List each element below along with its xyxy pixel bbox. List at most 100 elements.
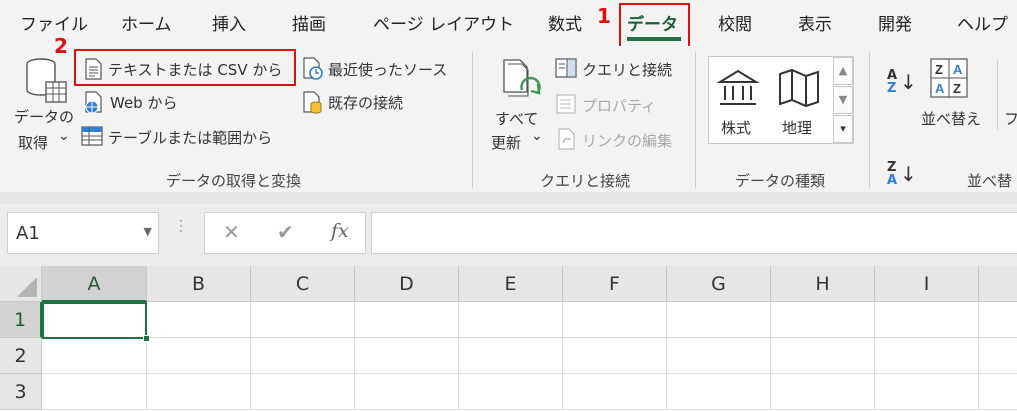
recent-sources-button[interactable]: 最近使ったソース [328,59,447,80]
column-header-c[interactable]: C [251,266,355,302]
tab-developer[interactable]: 開発 [878,10,912,35]
chevron-down-icon[interactable]: ▼ [144,225,152,238]
cell-f3[interactable] [563,374,667,410]
formula-input[interactable] [371,212,1017,254]
gallery-scroll-down-icon[interactable]: ▼ [833,86,853,114]
formula-bar-resize-handle[interactable]: ⋯ [172,218,191,233]
column-header-h[interactable]: H [771,266,875,302]
column-header-f[interactable]: F [563,266,667,302]
tab-insert[interactable]: 挿入 [212,10,246,35]
svg-text:Z: Z [935,62,943,77]
chevron-down-icon[interactable]: ⌄ [531,128,543,144]
refresh-all-button-line2[interactable]: 更新 [491,132,521,153]
cell-i2[interactable] [875,338,979,374]
cell-d3[interactable] [355,374,459,410]
group-separator [997,60,998,130]
chevron-down-icon[interactable]: ⌄ [58,128,70,144]
cell-d1[interactable] [355,302,459,338]
gallery-scroll-up-icon[interactable]: ▲ [833,57,853,85]
cell-i1[interactable] [875,302,979,338]
get-data-button[interactable]: データの [14,106,74,127]
refresh-all-button[interactable]: すべて [495,108,538,129]
svg-text:A: A [953,62,963,77]
name-box-value: A1 [16,223,40,244]
cell-c1[interactable] [251,302,355,338]
cell-b2[interactable] [147,338,251,374]
queries-connections-button[interactable]: クエリと接続 [582,59,672,80]
cell-a2[interactable] [42,338,147,374]
cell-h1[interactable] [771,302,875,338]
sort-descending-icon[interactable]: Z A ↓ [885,160,917,190]
ribbon-shadow [0,192,1017,204]
select-all-button[interactable] [0,266,42,302]
bank-building-icon [717,69,759,105]
properties-button[interactable]: プロパティ [582,95,656,116]
row-header-3[interactable]: 3 [0,374,42,410]
cell-partial1[interactable] [979,302,1017,338]
cell-a3[interactable] [42,374,147,410]
active-cell-a1[interactable] [42,302,147,339]
cell-b3[interactable] [147,374,251,410]
tab-home[interactable]: ホーム [121,10,172,35]
cell-f2[interactable] [563,338,667,374]
column-header-g[interactable]: G [667,266,771,302]
group-separator [472,52,473,188]
tab-file[interactable]: ファイル [20,10,88,35]
cell-g1[interactable] [667,302,771,338]
tab-view[interactable]: 表示 [798,10,832,35]
cell-g2[interactable] [667,338,771,374]
tab-review[interactable]: 校閲 [718,10,752,35]
from-web-button[interactable]: Web から [110,92,177,113]
from-table-range-button[interactable]: テーブルまたは範囲から [108,127,272,148]
get-data-button-line2[interactable]: 取得 [18,132,48,153]
gallery-more-icon[interactable]: ▾ [833,115,853,143]
group-separator [695,52,696,188]
cell-partial3[interactable] [979,374,1017,410]
cancel-icon[interactable]: ✕ [223,220,240,244]
tab-help[interactable]: ヘルプ [957,10,1008,35]
highlight-box-data-tab [619,3,690,49]
sort-ascending-icon[interactable]: A Z ↓ [885,68,917,98]
cell-d2[interactable] [355,338,459,374]
svg-text:A: A [935,81,945,96]
edit-links-button[interactable]: リンクの編集 [582,130,672,151]
column-header-b[interactable]: B [147,266,251,302]
column-header-partial[interactable] [979,266,1017,302]
cell-partial2[interactable] [979,338,1017,374]
tab-formulas[interactable]: 数式 [548,10,582,35]
enter-check-icon[interactable]: ✔ [277,220,294,244]
column-header-d[interactable]: D [355,266,459,302]
database-icon [26,58,67,103]
tab-page-layout[interactable]: ページ レイアウト [373,10,514,35]
cell-e1[interactable] [459,302,563,338]
sort-button[interactable]: 並べ替え [921,108,981,129]
group-label-data-types: データの種類 [735,172,826,190]
filter-button-partial[interactable]: フ [1004,108,1017,129]
geography-data-type-button[interactable]: 地理 [782,117,812,138]
row-header-2[interactable]: 2 [0,338,42,374]
fill-handle[interactable] [143,335,150,342]
cell-g3[interactable] [667,374,771,410]
cell-i3[interactable] [875,374,979,410]
existing-connections-button[interactable]: 既存の接続 [328,92,403,113]
cell-c2[interactable] [251,338,355,374]
cell-h2[interactable] [771,338,875,374]
group-label-get-transform: データの取得と変換 [166,172,302,190]
cell-c3[interactable] [251,374,355,410]
name-box[interactable]: A1 ▼ [7,212,159,254]
cell-e3[interactable] [459,374,563,410]
row-header-1[interactable]: 1 [0,302,42,338]
stocks-data-type-button[interactable]: 株式 [721,117,751,138]
formula-buttons: ✕ ✔ fx [204,212,366,254]
tab-draw[interactable]: 描画 [292,10,326,35]
column-header-e[interactable]: E [459,266,563,302]
cell-h3[interactable] [771,374,875,410]
cell-f1[interactable] [563,302,667,338]
ribbon: データの 取得 ⌄ テキストまたは CSV から 2 Web から テーブルまた… [0,34,1017,192]
cell-b1[interactable] [147,302,251,338]
column-header-a[interactable]: A [42,266,147,302]
sort-az-bottom-letter: Z [887,81,897,96]
cell-e2[interactable] [459,338,563,374]
column-header-i[interactable]: I [875,266,979,302]
insert-function-icon[interactable]: fx [331,220,349,242]
